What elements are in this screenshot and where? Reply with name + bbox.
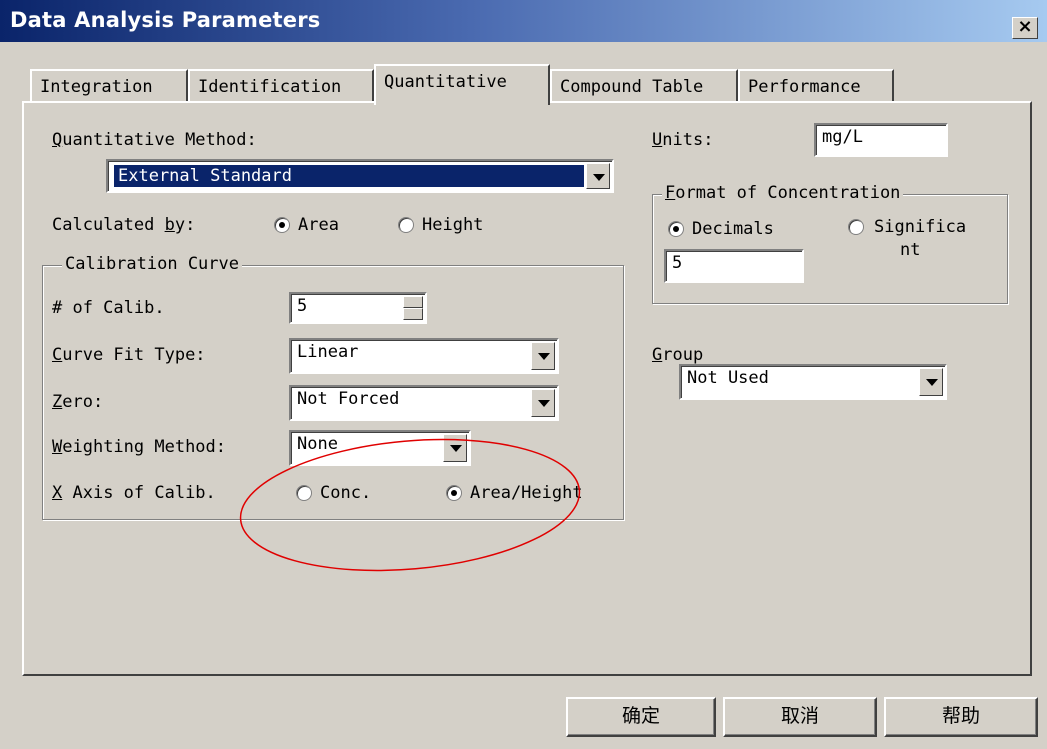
chevron-down-icon[interactable]: [586, 163, 610, 189]
x-axis-label: X Axis of Calib.: [52, 483, 216, 503]
significant-radio-label: Significa: [874, 217, 967, 237]
zero-label: Zero:: [52, 392, 104, 412]
quantitative-method-label: Quantitative Method:: [52, 130, 257, 150]
tab-identification[interactable]: Identification: [188, 69, 374, 103]
curve-fit-value: Linear: [297, 342, 359, 362]
chevron-down-icon[interactable]: [531, 389, 555, 417]
quantitative-method-value: External Standard: [114, 165, 584, 187]
calibration-curve-legend: Calibration Curve: [62, 254, 242, 274]
height-radio[interactable]: [398, 217, 414, 233]
format-value-field[interactable]: 5: [664, 249, 804, 283]
zero-select[interactable]: Not Forced: [289, 385, 559, 421]
format-concentration-legend: Format of Concentration: [662, 183, 904, 203]
cancel-button[interactable]: 取消: [723, 697, 877, 737]
spin-up-icon[interactable]: [403, 296, 423, 308]
curve-fit-select[interactable]: Linear: [289, 338, 559, 374]
num-calib-label: # of Calib.: [52, 298, 165, 318]
help-button[interactable]: 帮助: [884, 697, 1038, 737]
num-calib-spinner[interactable]: [403, 296, 423, 320]
group-value: Not Used: [687, 368, 769, 388]
group-select[interactable]: Not Used: [679, 364, 947, 400]
group-label: Group: [652, 345, 704, 365]
tab-performance[interactable]: Performance: [738, 69, 894, 103]
chevron-down-icon[interactable]: [531, 342, 555, 370]
close-button[interactable]: ×: [1012, 17, 1038, 39]
annotation-ellipse: [239, 438, 581, 572]
tab-compound-table[interactable]: Compound Table: [550, 69, 738, 103]
curve-fit-label: Curve Fit Type:: [52, 345, 206, 365]
units-field[interactable]: mg/L: [814, 123, 948, 157]
significant-radio-label-cont: nt: [900, 240, 921, 260]
format-value: 5: [672, 253, 683, 273]
tab-quantitative[interactable]: Quantitative: [374, 64, 550, 105]
num-calib-field[interactable]: 5: [289, 292, 427, 324]
quantitative-method-select[interactable]: External Standard: [106, 159, 614, 193]
decimals-radio[interactable]: [668, 221, 684, 237]
weighting-method-label: Weighting Method:: [52, 437, 227, 457]
zero-value: Not Forced: [297, 389, 400, 409]
ok-button[interactable]: 确定: [566, 697, 716, 737]
significant-radio[interactable]: [848, 219, 864, 235]
units-value: mg/L: [822, 127, 863, 147]
calculated-by-label: Calculated by:: [52, 215, 196, 235]
decimals-radio-label: Decimals: [692, 219, 774, 239]
units-label: Units:: [652, 130, 714, 150]
chevron-down-icon[interactable]: [919, 368, 943, 396]
num-calib-value: 5: [297, 296, 308, 316]
height-radio-label: Height: [422, 215, 484, 235]
window-title: Data Analysis Parameters: [10, 8, 321, 32]
area-radio[interactable]: [274, 217, 290, 233]
area-radio-label: Area: [298, 215, 339, 235]
spin-down-icon[interactable]: [403, 308, 423, 320]
tab-integration[interactable]: Integration: [30, 69, 188, 103]
